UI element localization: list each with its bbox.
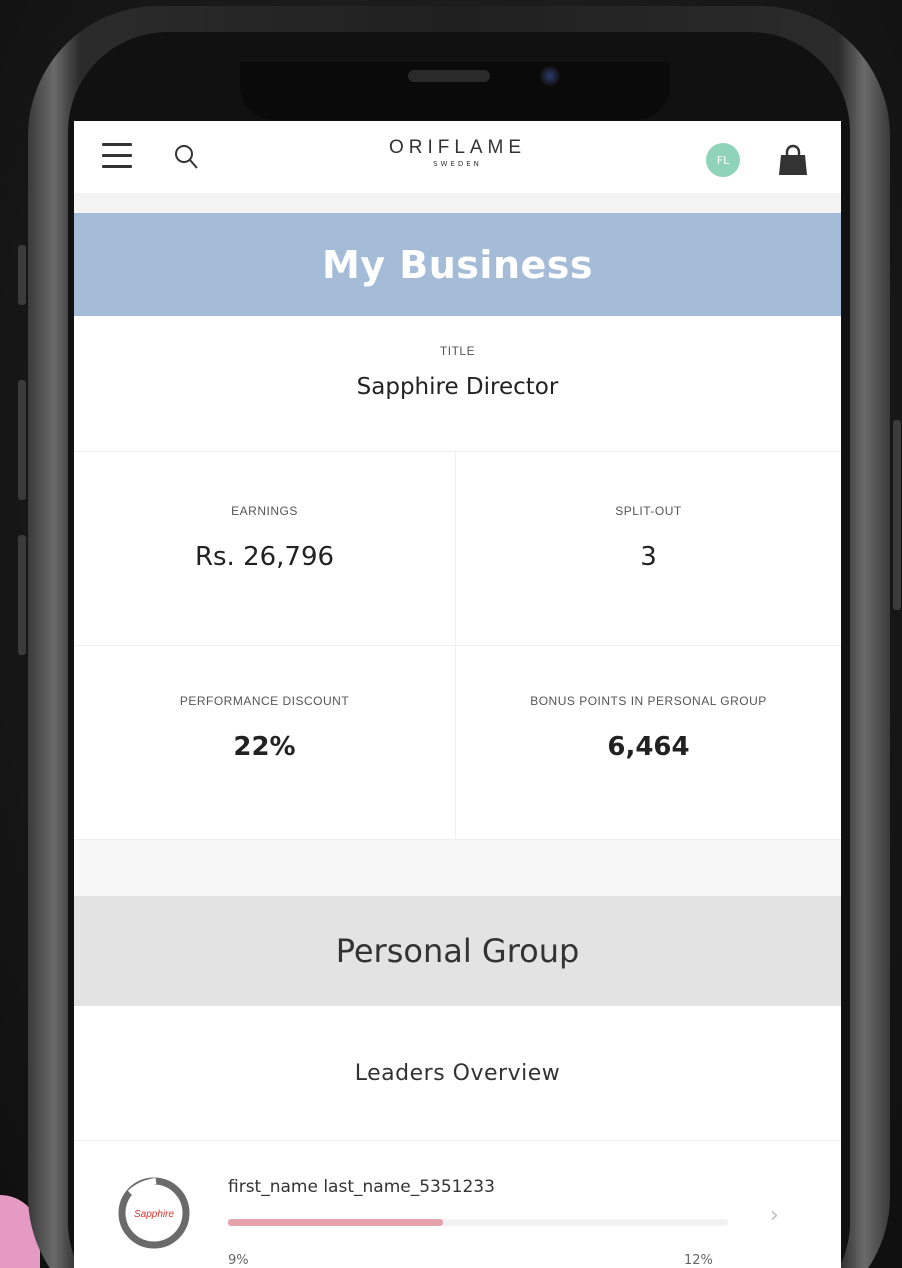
personal-group-header: Personal Group [74,896,841,1006]
title-value: Sapphire Director [356,374,559,400]
header-divider [74,193,841,213]
stat-value: Rs. 26,796 [194,542,335,572]
page-title: My Business [321,242,594,287]
stat-label: SPLIT-OUT [615,504,682,518]
stat-performance-discount: PERFORMANCE DISCOUNT 22% [74,646,456,840]
phone-power-button [893,420,901,610]
leaders-overview-header: Leaders Overview [74,1006,841,1141]
leader-progress-fill [228,1219,443,1226]
stat-bonus-points: BONUS POINTS IN PERSONAL GROUP 6,464 [456,646,841,840]
progress-target-label: 12% [684,1253,713,1268]
stat-earnings: EARNINGS Rs. 26,796 [74,452,456,646]
stat-split-out: SPLIT-OUT 3 [456,452,841,646]
personal-group-title: Personal Group [335,932,580,970]
stat-value: 3 [640,542,657,572]
phone-volume-up [18,380,26,500]
leader-progress-bar [228,1219,728,1226]
shopping-bag-icon[interactable] [778,143,808,177]
stat-label: BONUS POINTS IN PERSONAL GROUP [530,694,767,708]
user-avatar[interactable]: FL [706,143,740,177]
stats-grid: EARNINGS Rs. 26,796 SPLIT-OUT 3 PERFORMA… [74,452,841,840]
leader-title-badge: Sapphire [116,1175,192,1251]
phone-volume-down [18,535,26,655]
leader-list-item[interactable]: Sapphire first_name last_name_5351233 9%… [74,1141,841,1268]
title-section: TITLE Sapphire Director [74,316,841,452]
top-navigation-bar: ORIFLAME SWEDEN FL [74,121,841,193]
title-label: TITLE [439,344,476,358]
stat-label: PERFORMANCE DISCOUNT [179,694,350,708]
stat-value: 22% [233,732,296,762]
stat-value: 6,464 [607,732,690,762]
section-spacer [74,840,841,896]
phone-mute-switch [18,245,26,305]
leader-badge-text: Sapphire [134,1209,174,1220]
page-banner: My Business [74,213,841,316]
leader-name: first_name last_name_5351233 [228,1177,495,1197]
phone-speaker [408,70,490,82]
app-screen: ORIFLAME SWEDEN FL My Business TITLE Sap… [74,121,841,1268]
progress-current-label: 9% [228,1253,249,1268]
chevron-right-icon[interactable]: › [770,1203,779,1228]
phone-camera [540,66,560,86]
leaders-overview-title: Leaders Overview [354,1060,561,1086]
stat-label: EARNINGS [231,504,298,518]
